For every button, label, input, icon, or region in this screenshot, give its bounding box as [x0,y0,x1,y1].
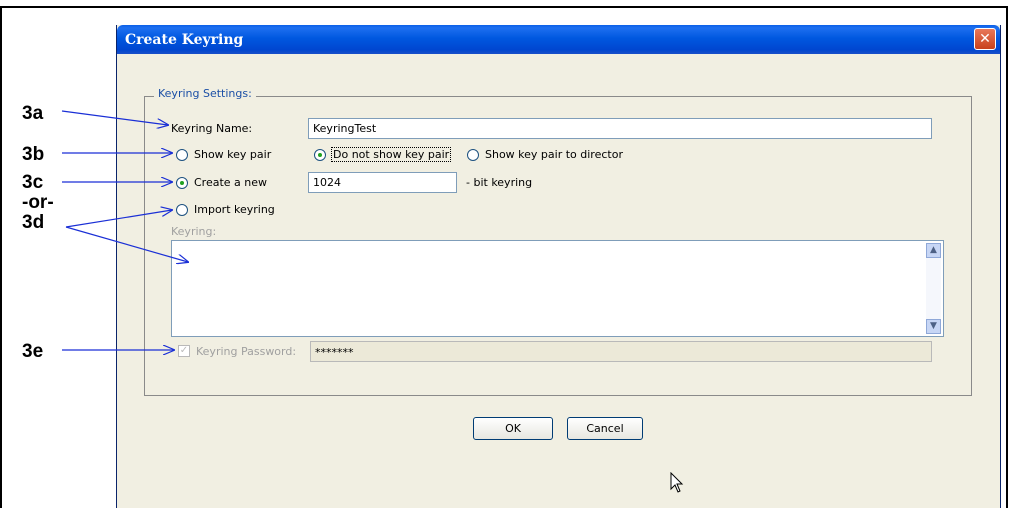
keyring-password-label: Keyring Password: [196,345,297,358]
create-new-radio[interactable] [176,177,188,189]
keyring-textarea[interactable]: ▲ ▼ [171,240,944,337]
do-not-show-key-pair-label: Do not show key pair [331,147,452,162]
show-key-pair-label: Show key pair [194,148,272,161]
show-key-pair-director-radio[interactable] [467,149,479,161]
close-icon: ✕ [979,31,991,47]
key-bits-input[interactable]: 1024 [308,172,457,193]
do-not-show-key-pair-radio[interactable] [314,149,326,161]
ok-button[interactable]: OK [473,417,553,440]
show-key-pair-radio[interactable] [176,149,188,161]
import-keyring-label: Import keyring [194,203,275,216]
keyring-password-input[interactable]: ******* [310,341,932,362]
scroll-track[interactable] [926,258,941,319]
chevron-down-icon: ▼ [930,321,937,331]
keyring-password-checkbox[interactable]: ✓ [178,345,190,357]
callout-3c: 3c [22,172,44,193]
keyring-text-label: Keyring: [171,225,217,238]
callout-3b: 3b [22,144,45,165]
create-new-label: Create a new [194,176,268,189]
keyring-name-input[interactable]: KeyringTest [308,118,932,139]
scroll-up-button[interactable]: ▲ [926,243,941,258]
keyring-name-label: Keyring Name: [171,122,253,135]
mouse-cursor-icon [670,472,684,493]
callout-3d: 3d [22,212,45,233]
bit-keyring-suffix: - bit keyring [466,176,533,189]
title-bar[interactable]: Create Keyring ✕ [117,25,1000,54]
import-keyring-radio[interactable] [176,204,188,216]
group-legend: Keyring Settings: [154,87,256,100]
chevron-up-icon: ▲ [930,245,937,255]
scroll-down-button[interactable]: ▼ [926,319,941,334]
check-icon: ✓ [179,345,189,356]
close-button[interactable]: ✕ [974,28,996,50]
callout-3e: 3e [22,341,44,362]
show-key-pair-director-label: Show key pair to director [485,148,623,161]
callout-3a: 3a [22,103,44,124]
callout-or: -or- [22,192,54,213]
cancel-button[interactable]: Cancel [567,417,643,440]
dialog-title: Create Keyring [125,32,244,48]
